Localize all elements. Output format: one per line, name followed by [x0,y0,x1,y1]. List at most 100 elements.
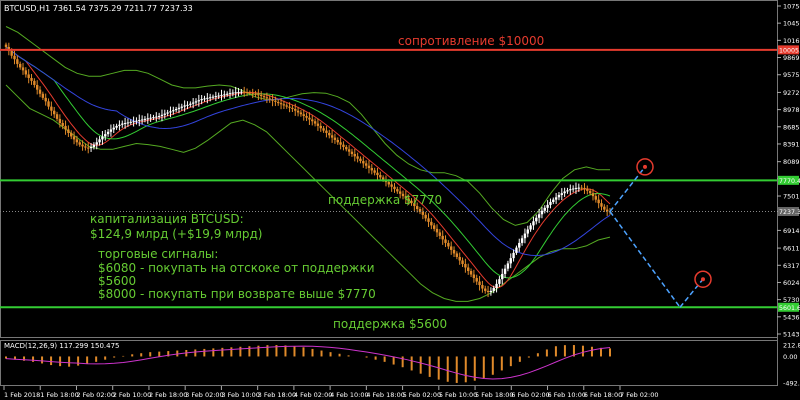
candle-body [299,112,303,115]
candle-body [101,136,104,140]
candle-body [157,115,161,117]
candle-body [271,99,274,101]
candle-body [376,172,379,176]
candle-body [353,154,356,157]
support-lower-label: поддержка $5600 [333,317,448,331]
price-tick-label: 6611.70 [783,245,800,253]
candle-body [268,98,271,100]
candle-body [294,108,297,111]
candle-body [580,187,583,189]
candle-body [452,249,456,254]
candle-body [498,279,501,284]
candle-body [4,44,8,47]
time-tick-label: 6 Feb 10:00 [548,391,587,399]
time-tick-label: 5 Feb 02:00 [403,391,442,399]
candle-body [554,197,558,200]
time-tick-label: 2 Feb 18:00 [149,391,188,399]
candle-body [288,106,291,108]
candle-body [339,142,342,145]
macd-tick-label: -492.965 [783,380,800,388]
candle-body [591,193,595,197]
candle-body [469,271,473,275]
candle-body [430,221,433,226]
candle-body [200,99,203,101]
candle-body [191,102,195,104]
candle-body [336,139,339,143]
candle-body [237,91,240,93]
candle-body [104,134,107,137]
candle-body [254,93,257,95]
candle-body [438,232,442,236]
candle-body [265,97,269,99]
candle-body [109,129,113,132]
time-tick-label: 5 Feb 18:00 [475,391,514,399]
candle-body [296,110,300,113]
candle-body [444,239,447,243]
candle-body [435,228,439,233]
candle-body [13,55,16,60]
candle-body [138,120,141,122]
candle-body [197,100,201,102]
time-tick-label: 3 Feb 18:00 [258,391,297,399]
candle-body [455,253,459,257]
time-tick-label: 5 Feb 10:00 [439,391,478,399]
candle-body [89,146,93,149]
candle-body [484,288,487,291]
time-tick-label: 4 Feb 10:00 [330,391,369,399]
candle-body [257,94,260,96]
candle-body [311,119,314,122]
candle-body [140,119,144,121]
chart-window: { "header": { "symbol_line": "BTCUSD,H1 … [0,0,800,400]
candle-body [464,263,467,268]
candle-body [594,196,598,200]
target-rebound-dot [701,277,705,282]
price-tick-label: 10750.00 [783,3,800,11]
candle-body [217,95,220,97]
candle-body [24,70,28,75]
candle-body [260,94,263,97]
symbol-header: BTCUSD,H1 7361.54 7375.29 7211.77 7237.3… [4,4,193,13]
candle-body [489,290,493,293]
candle-body [98,139,101,143]
candle-body [95,142,98,145]
candle-body [211,96,215,98]
candle-body [44,97,47,102]
candle-body [515,247,518,253]
time-tick-label: 4 Feb 18:00 [366,391,405,399]
candle-body [342,144,345,147]
candle-body [503,268,507,274]
candle-body [55,114,59,119]
candle-body [174,108,178,111]
candle-body [75,139,79,143]
candle-body [345,146,348,150]
macd-header: MACD(12,26,9) 117.299 150.475 [4,342,120,350]
candle-body [18,63,22,68]
candle-body [248,92,252,94]
candle-body [135,120,138,122]
time-tick-label: 3 Feb 02:00 [185,391,224,399]
candle-body [313,121,317,124]
price-tick-label: 6317.80 [783,262,800,270]
candle-body [478,281,481,286]
candle-body [501,273,504,280]
candle-body [450,246,453,250]
candle-body [328,132,331,136]
candle-body [393,186,396,190]
candle-body [228,93,232,95]
candle-body [308,117,311,120]
time-tick-label: 6 Feb 02:00 [511,391,550,399]
candle-body [569,189,572,191]
candle-body [557,194,561,198]
candle-body [319,125,322,129]
candle-body [421,211,425,215]
time-tick-label: 1 Feb 2018 [4,391,40,399]
candle-body [546,204,549,208]
candle-body [27,74,30,78]
candle-body [350,151,354,155]
candle-body [472,274,476,279]
candle-body [506,263,510,269]
candle-body [600,203,603,207]
candle-body [529,225,532,230]
candle-body [146,118,149,120]
candle-body [33,80,36,85]
